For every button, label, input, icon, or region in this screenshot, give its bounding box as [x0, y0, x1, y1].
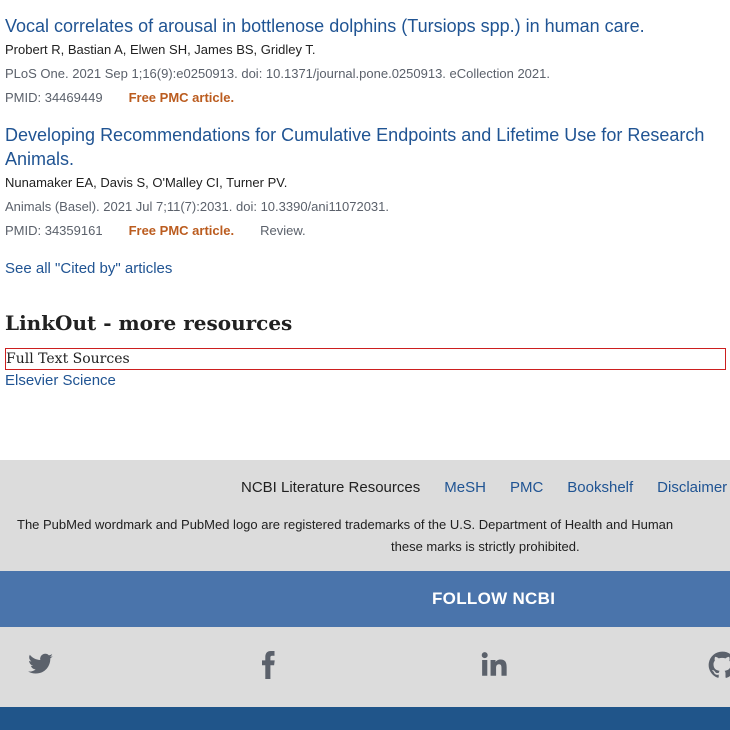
linkedin-icon[interactable] — [481, 651, 508, 678]
see-all-cited-by-link[interactable]: See all "Cited by" articles — [5, 260, 172, 277]
footer-link-mesh[interactable]: MeSH — [444, 479, 486, 496]
footer-links: NCBI Literature Resources MeSH PMC Bookshel… — [241, 479, 730, 496]
article-authors: Nunamaker EA, Davis S, O'Malley CI, Turn… — [5, 175, 288, 190]
article-citation: PLoS One. 2021 Sep 1;16(9):e0250913. doi… — [5, 66, 550, 81]
cited-by-article: Developing Recommendations for Cumulativ… — [5, 110, 730, 243]
main-content: Vocal correlates of arousal in bottlenos… — [5, 0, 730, 390]
footer-link-bookshelf[interactable]: Bookshelf — [567, 479, 633, 496]
ncbi-literature-resources-label: NCBI Literature Resources — [241, 479, 421, 496]
article-title-link[interactable]: Developing Recommendations for Cumulativ… — [5, 123, 715, 171]
free-pmc-badge: Free PMC article. — [128, 90, 235, 105]
follow-ncbi-label: FOLLOW NCBI — [432, 589, 556, 608]
free-pmc-badge: Free PMC article. — [128, 223, 235, 238]
article-citation: Animals (Basel). 2021 Jul 7;11(7):2031. … — [5, 199, 390, 214]
footer-link-pmc[interactable]: PMC — [510, 479, 543, 496]
article-authors: Probert R, Bastian A, Elwen SH, James BS… — [5, 42, 316, 57]
article-pmid: PMID: 34469449 — [5, 90, 103, 105]
facebook-icon[interactable] — [256, 651, 280, 679]
footer-link-disclaimer[interactable]: Disclaimer — [657, 479, 727, 496]
linkout-heading: LinkOut - more resources — [5, 311, 293, 335]
trademark-notice: The PubMed wordmark and PubMed logo are … — [17, 517, 674, 532]
article-pmid: PMID: 34359161 — [5, 223, 103, 238]
full-text-sources-header[interactable]: Full Text Sources — [5, 348, 726, 370]
elsevier-science-link[interactable]: Elsevier Science — [5, 372, 116, 389]
follow-ncbi-banner: FOLLOW NCBI — [0, 571, 730, 627]
social-links — [0, 627, 730, 707]
cited-by-article: Vocal correlates of arousal in bottlenos… — [5, 0, 730, 110]
article-ids: PMID: 34359161 Free PMC article. Review. — [5, 219, 730, 243]
page-footer: NCBI Literature Resources MeSH PMC Bookshel… — [0, 460, 730, 730]
article-ids: PMID: 34469449 Free PMC article. — [5, 86, 730, 110]
review-badge: Review. — [260, 223, 306, 238]
article-title-link[interactable]: Vocal correlates of arousal in bottlenos… — [5, 14, 730, 38]
trademark-notice-cont: these marks is strictly prohibited. — [391, 539, 580, 554]
twitter-icon[interactable] — [27, 651, 54, 678]
footer-bottom-bar — [0, 707, 730, 730]
github-icon[interactable] — [708, 651, 730, 679]
